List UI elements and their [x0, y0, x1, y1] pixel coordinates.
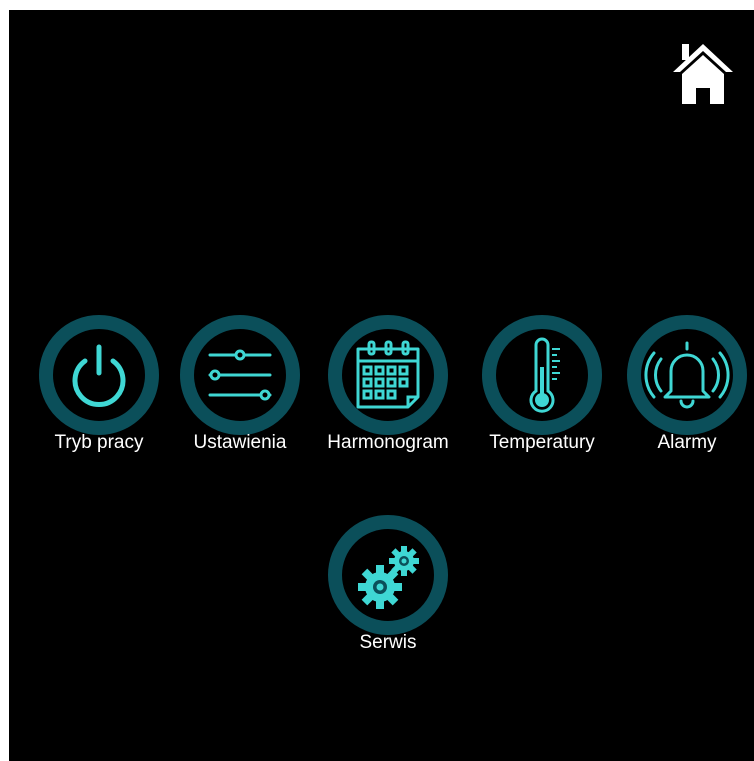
main-screen: Tryb pracy Ustawienia Harmonogram Temper…	[9, 10, 754, 761]
menu-item-ustawienia[interactable]: Ustawienia	[160, 315, 320, 475]
temperatury-ring	[482, 315, 602, 435]
sliders-icon	[208, 349, 272, 401]
home-icon	[673, 44, 733, 104]
menu-item-alarmy[interactable]: Alarmy	[607, 315, 754, 475]
tryb-pracy-ring	[39, 315, 159, 435]
alarmy-ring	[627, 315, 747, 435]
home-button[interactable]	[669, 40, 737, 106]
menu-item-tryb-pracy[interactable]: Tryb pracy	[19, 315, 179, 475]
temperatury-label: Temperatury	[489, 432, 595, 453]
harmonogram-label: Harmonogram	[327, 432, 449, 453]
gears-icon	[358, 546, 419, 609]
alarmy-label: Alarmy	[657, 432, 717, 453]
power-icon	[72, 344, 126, 407]
ustawienia-label: Ustawienia	[193, 432, 287, 453]
menu-item-harmonogram[interactable]: Harmonogram	[308, 315, 468, 475]
tryb-pracy-label: Tryb pracy	[54, 432, 144, 453]
thermometer-icon	[529, 337, 560, 413]
bell-icon	[644, 341, 730, 409]
serwis-label: Serwis	[359, 632, 417, 653]
ustawienia-ring	[180, 315, 300, 435]
serwis-ring	[328, 515, 448, 635]
harmonogram-ring	[328, 315, 448, 435]
menu-item-temperatury[interactable]: Temperatury	[462, 315, 622, 475]
calendar-icon	[356, 340, 420, 409]
menu-item-serwis[interactable]: Serwis	[308, 515, 468, 675]
